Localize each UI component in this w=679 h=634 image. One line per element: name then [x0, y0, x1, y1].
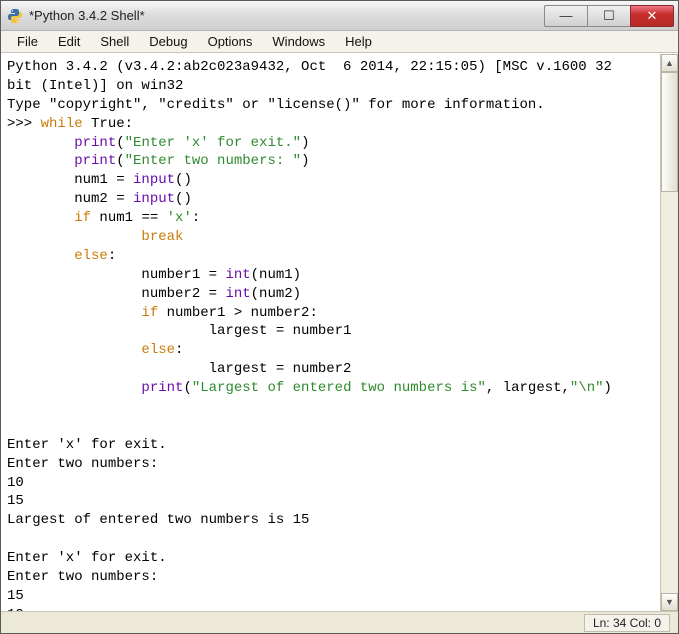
code-text: num1 = [7, 172, 133, 188]
fn-int: int [225, 267, 250, 283]
str: "Enter 'x' for exit." [125, 135, 301, 151]
maximize-button[interactable]: ☐ [587, 5, 631, 27]
maximize-icon: ☐ [603, 8, 615, 24]
output-line: Enter two numbers: [7, 569, 167, 585]
str: "Enter two numbers: " [125, 153, 301, 169]
code-text: number1 = [7, 267, 225, 283]
code-text [7, 342, 141, 358]
code-text: : [108, 248, 116, 264]
output-line: Enter two numbers: [7, 456, 167, 472]
titlebar[interactable]: *Python 3.4.2 Shell* — ☐ ✕ [1, 1, 678, 31]
kw-if: if [141, 305, 158, 321]
chevron-up-icon: ▲ [665, 58, 674, 68]
prompt: >>> [7, 116, 41, 132]
code-text [7, 210, 74, 226]
code-text: : [175, 342, 183, 358]
output-line: 10 [7, 475, 24, 491]
shell-text[interactable]: Python 3.4.2 (v3.4.2:ab2c023a9432, Oct 6… [7, 58, 654, 611]
banner-line: Type "copyright", "credits" or "license(… [7, 97, 545, 113]
code-text: num2 = [7, 191, 133, 207]
vertical-scrollbar[interactable]: ▲ ▼ [660, 54, 678, 611]
kw-else: else [74, 248, 108, 264]
code-text: ) [301, 135, 309, 151]
output-line: Enter 'x' for exit. [7, 437, 167, 453]
code-text: number1 > number2: [158, 305, 318, 321]
banner-line: bit (Intel)] on win32 [7, 78, 183, 94]
menu-file[interactable]: File [7, 32, 48, 51]
output-line: Largest of entered two numbers is 15 [7, 512, 318, 528]
editor-area[interactable]: Python 3.4.2 (v3.4.2:ab2c023a9432, Oct 6… [1, 54, 660, 611]
fn-input: input [133, 191, 175, 207]
code-text [7, 305, 141, 321]
code-text: ( [116, 135, 124, 151]
code-text: True: [83, 116, 133, 132]
code-text: (num1) [251, 267, 301, 283]
code-text: ( [183, 380, 191, 396]
python-icon [7, 8, 23, 24]
minimize-icon: — [560, 8, 573, 23]
window-title: *Python 3.4.2 Shell* [29, 8, 545, 23]
menu-shell[interactable]: Shell [90, 32, 139, 51]
menu-edit[interactable]: Edit [48, 32, 90, 51]
scroll-thumb[interactable] [661, 72, 678, 192]
close-button[interactable]: ✕ [630, 5, 674, 27]
code-text: , largest, [486, 380, 570, 396]
code-text: number2 = [7, 286, 225, 302]
statusbar: Ln: 34 Col: 0 [1, 611, 678, 633]
scroll-up-button[interactable]: ▲ [661, 54, 678, 72]
banner-line: Python 3.4.2 (v3.4.2:ab2c023a9432, Oct 6… [7, 59, 612, 75]
close-icon: ✕ [647, 8, 658, 24]
code-text: ) [604, 380, 612, 396]
scroll-down-button[interactable]: ▼ [661, 593, 678, 611]
str: "Largest of entered two numbers is" [192, 380, 486, 396]
str: 'x' [167, 210, 192, 226]
menubar: File Edit Shell Debug Options Windows He… [1, 31, 678, 53]
output-line: 15 [7, 493, 24, 509]
fn-int: int [225, 286, 250, 302]
content-wrap: Python 3.4.2 (v3.4.2:ab2c023a9432, Oct 6… [1, 53, 678, 611]
fn-input: input [133, 172, 175, 188]
scroll-track[interactable] [661, 72, 678, 593]
fn-print: print [74, 153, 116, 169]
code-text [7, 248, 74, 264]
code-text: ) [301, 153, 309, 169]
kw-if: if [74, 210, 91, 226]
menu-help[interactable]: Help [335, 32, 382, 51]
kw-else: else [141, 342, 175, 358]
menu-options[interactable]: Options [198, 32, 263, 51]
code-text: num1 == [91, 210, 167, 226]
code-text [7, 229, 141, 245]
output-line: Enter 'x' for exit. [7, 550, 167, 566]
app-window: *Python 3.4.2 Shell* — ☐ ✕ File Edit She… [0, 0, 679, 634]
code-text: () [175, 172, 192, 188]
code-text [7, 380, 141, 396]
chevron-down-icon: ▼ [665, 597, 674, 607]
str: "\n" [570, 380, 604, 396]
output-line: 15 [7, 588, 24, 604]
fn-print: print [74, 135, 116, 151]
window-controls: — ☐ ✕ [545, 5, 674, 27]
cursor-position: Ln: 34 Col: 0 [584, 614, 670, 632]
kw-while: while [41, 116, 83, 132]
kw-break: break [141, 229, 183, 245]
menu-windows[interactable]: Windows [262, 32, 335, 51]
menu-debug[interactable]: Debug [139, 32, 197, 51]
code-text: ( [116, 153, 124, 169]
code-text: () [175, 191, 192, 207]
minimize-button[interactable]: — [544, 5, 588, 27]
code-text: : [192, 210, 200, 226]
fn-print: print [141, 380, 183, 396]
code-text: largest = number2 [7, 361, 351, 377]
code-text: largest = number1 [7, 323, 351, 339]
code-text: (num2) [251, 286, 301, 302]
